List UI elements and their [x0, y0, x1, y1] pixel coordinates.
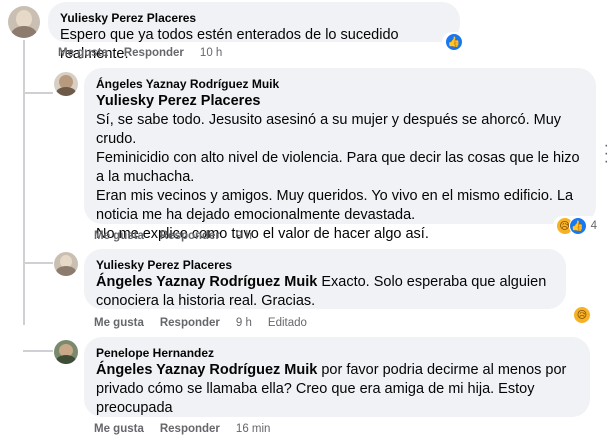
comment-time[interactable]: 16 min	[236, 423, 271, 435]
thread-line	[23, 92, 53, 94]
comment-bubble: Yuliesky Perez Placeres Espero que ya to…	[48, 2, 466, 62]
avatar[interactable]	[54, 340, 78, 364]
comment-time[interactable]: 9 h	[236, 230, 252, 242]
mention-link[interactable]: Ángeles Yaznay Rodríguez Muik	[96, 362, 317, 378]
thread-line	[23, 262, 53, 264]
comment-bubble: Yuliesky Perez Placeres Ángeles Yaznay R…	[84, 249, 566, 309]
sad-icon: 😥	[573, 306, 591, 324]
like-icon: 👍	[568, 217, 587, 235]
reply-button[interactable]: Responder	[160, 317, 220, 329]
comment-actions: Me gusta Responder 9 h Editado	[94, 317, 323, 329]
comment-author[interactable]: Penelope Hernandez	[96, 345, 578, 361]
comment-actions: Me gusta Responder 9 h	[94, 230, 268, 242]
comment-actions: Me gusta Responder 16 min	[94, 423, 286, 435]
edited-label: Editado	[267, 317, 307, 329]
comment-text: Ángeles Yaznay Rodríguez Muik por favor …	[96, 361, 578, 418]
mention-link[interactable]: Ángeles Yaznay Rodríguez Muik	[96, 274, 317, 290]
avatar[interactable]	[54, 72, 78, 96]
comment-time[interactable]: 9 h	[236, 317, 252, 329]
avatar[interactable]	[8, 6, 40, 38]
comment-time[interactable]: 10 h	[200, 47, 222, 59]
reaction-count: 4	[590, 220, 597, 232]
like-icon: 👍	[445, 33, 463, 51]
like-button[interactable]: Me gusta	[94, 423, 144, 435]
comment-author[interactable]: Yuliesky Perez Placeres	[60, 10, 448, 26]
comment-text: Ángeles Yaznay Rodríguez Muik Exacto. So…	[96, 273, 554, 311]
reaction-summary[interactable]: 😥	[570, 305, 594, 325]
comment-line: Eran mis vecinos y amigos. Muy queridos.…	[96, 188, 574, 223]
thread-line	[23, 350, 53, 352]
comment-bubble: Penelope Hernandez Ángeles Yaznay Rodríg…	[84, 337, 590, 417]
comment-line: Sí, se sabe todo. Jesusito asesinó a su …	[96, 112, 562, 147]
avatar[interactable]	[54, 252, 78, 276]
reply-button[interactable]: Responder	[160, 230, 220, 242]
mention-link[interactable]: Yuliesky Perez Placeres	[96, 92, 584, 111]
comment-text: Yuliesky Perez Placeres Sí, se sabe todo…	[96, 92, 584, 244]
comment-author[interactable]: Ángeles Yaznay Rodríguez Muik	[96, 76, 584, 92]
more-options-icon[interactable]: · · ·	[604, 138, 609, 170]
thread-line	[23, 40, 25, 325]
like-button[interactable]: Me gusta	[94, 230, 144, 242]
comment-line: Feminicidio con alto nivel de violencia.…	[96, 150, 580, 185]
like-button[interactable]: Me gusta	[58, 47, 108, 59]
comment-actions: Me gusta Responder 10 h	[58, 47, 238, 59]
like-button[interactable]: Me gusta	[94, 317, 144, 329]
reaction-summary[interactable]: 👍	[442, 32, 466, 52]
reply-button[interactable]: Responder	[160, 423, 220, 435]
reply-button[interactable]: Responder	[124, 47, 184, 59]
reaction-summary[interactable]: 😥 👍 4	[552, 216, 600, 236]
comment-author[interactable]: Yuliesky Perez Placeres	[96, 257, 554, 273]
comment-bubble: Ángeles Yaznay Rodríguez Muik Yuliesky P…	[84, 68, 600, 242]
